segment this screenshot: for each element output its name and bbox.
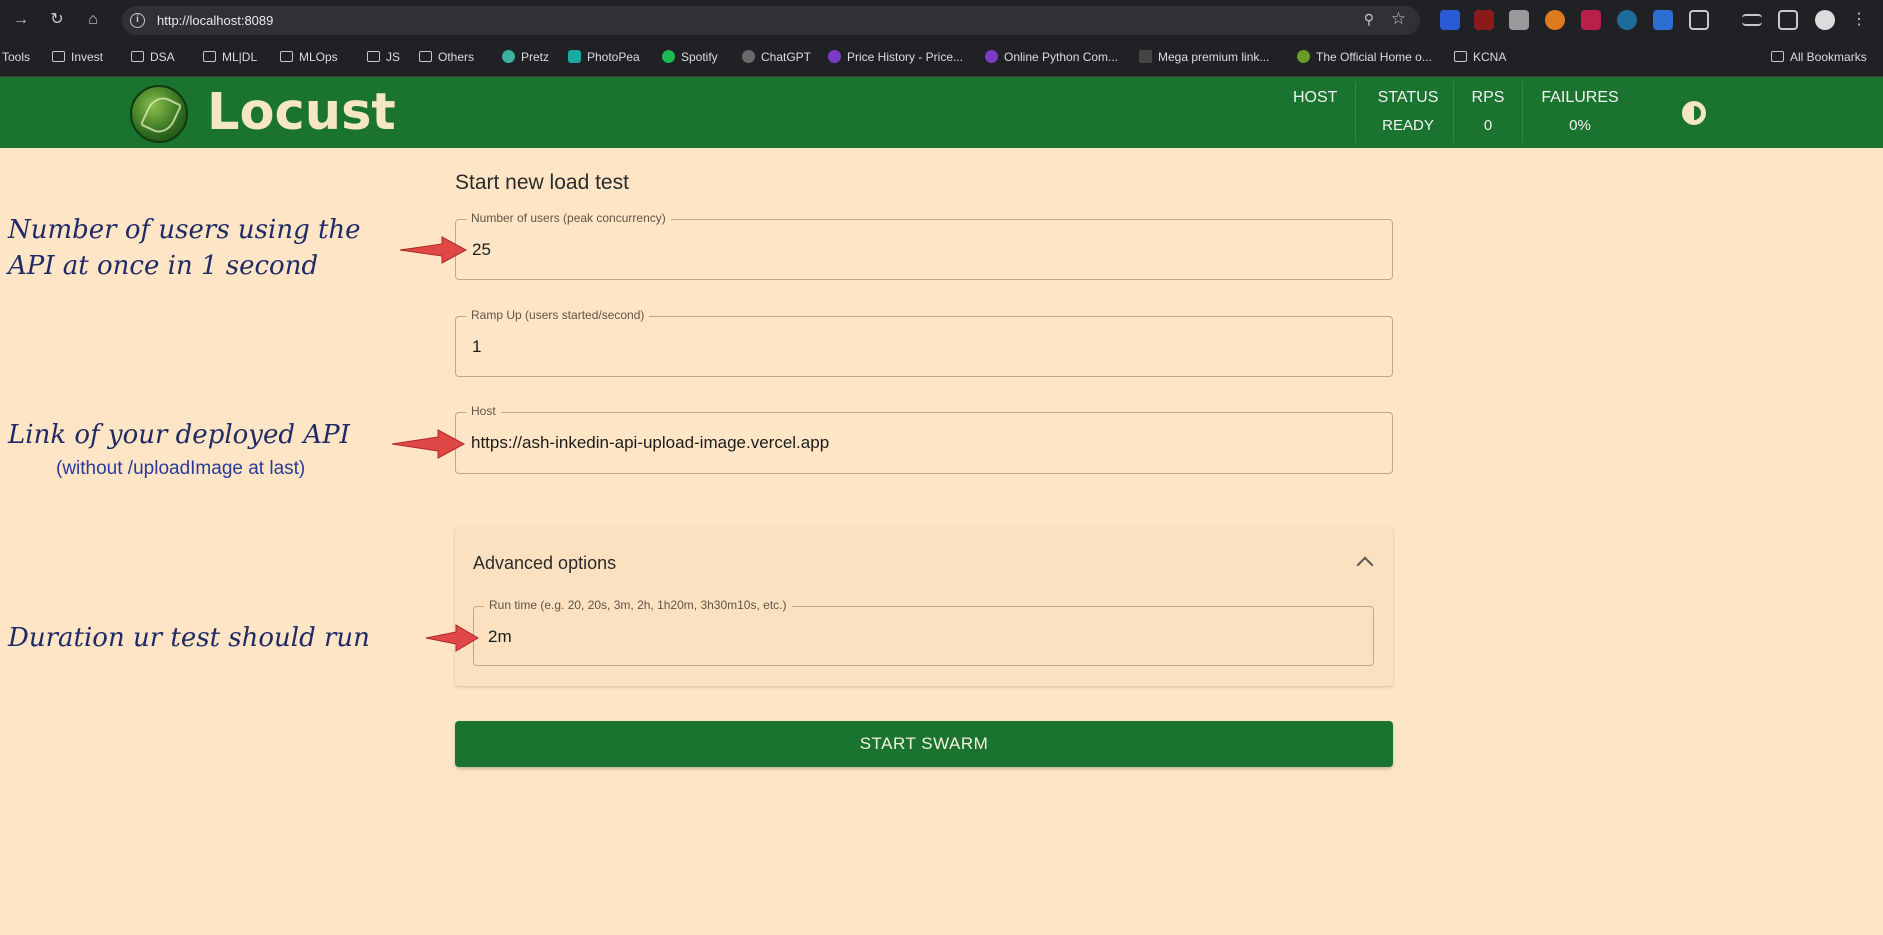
- users-input[interactable]: [472, 240, 1352, 260]
- site-info-icon[interactable]: i: [130, 13, 145, 28]
- annotation-host: Link of your deployed API: [8, 420, 350, 450]
- folder-icon: [1454, 51, 1467, 62]
- home-icon[interactable]: ⌂: [82, 9, 104, 31]
- side-panel-icon[interactable]: [1778, 10, 1798, 30]
- bookmark-item[interactable]: Online Python Com...: [985, 50, 1118, 64]
- profile-avatar[interactable]: [1815, 10, 1835, 30]
- annotation-run-time: Duration ur test should run: [8, 623, 370, 653]
- folder-icon: [1771, 51, 1784, 62]
- form-title: Start new load test: [455, 171, 629, 194]
- extension-icon[interactable]: [1653, 10, 1673, 30]
- python-icon: [985, 50, 998, 63]
- ublock-icon[interactable]: [1474, 10, 1494, 30]
- ramp-up-label: Ramp Up (users started/second): [466, 308, 650, 322]
- host-label: Host: [466, 404, 501, 418]
- browser-toolbar: → ↻ ⌂ i http://localhost:8089 ⚲ ☆ ⋮: [0, 0, 1883, 40]
- arrow-users-icon: [399, 236, 468, 264]
- photopea-icon: [568, 50, 581, 63]
- stat-status: STATUS READY: [1377, 89, 1439, 134]
- bookmark-item[interactable]: Pretz: [502, 50, 549, 64]
- ramp-up-input[interactable]: [472, 337, 1352, 357]
- bookmark-item[interactable]: Others: [419, 50, 474, 64]
- annotation-host-sub: (without /uploadImage at last): [56, 458, 306, 479]
- host-input[interactable]: [471, 433, 1351, 453]
- rocket-icon: [1139, 50, 1152, 63]
- folder-icon: [419, 51, 432, 62]
- stat-host: HOST: [1293, 89, 1338, 106]
- arrow-host-icon: [391, 429, 466, 459]
- bookmark-item[interactable]: PhotoPea: [568, 50, 640, 64]
- locust-logo: [130, 85, 188, 143]
- bookmark-item[interactable]: The Official Home o...: [1297, 50, 1432, 64]
- address-bar[interactable]: i http://localhost:8089 ⚲ ☆: [122, 6, 1420, 35]
- run-time-label: Run time (e.g. 20, 20s, 3m, 2h, 1h20m, 3…: [484, 598, 792, 612]
- extension-icon[interactable]: [1581, 10, 1601, 30]
- url-text[interactable]: http://localhost:8089: [157, 13, 273, 28]
- extension-icon[interactable]: [1440, 10, 1460, 30]
- bookmark-star-icon[interactable]: ☆: [1391, 9, 1406, 29]
- users-label: Number of users (peak concurrency): [466, 211, 671, 225]
- bookmark-item[interactable]: Spotify: [662, 50, 718, 64]
- advanced-options-toggle[interactable]: Advanced options: [473, 553, 616, 574]
- run-time-field[interactable]: Run time (e.g. 20, 20s, 3m, 2h, 1h20m, 3…: [473, 598, 1374, 666]
- bookmark-item[interactable]: Invest: [52, 50, 103, 64]
- annotation-users: Number of users using the API at once in…: [8, 215, 361, 281]
- price-history-icon: [828, 50, 841, 63]
- pretz-icon: [502, 50, 515, 63]
- folder-icon: [280, 51, 293, 62]
- extension-icon[interactable]: [1509, 10, 1529, 30]
- chevron-up-icon[interactable]: [1356, 556, 1374, 574]
- extension-icon[interactable]: [1545, 10, 1565, 30]
- bookmark-item[interactable]: ChatGPT: [742, 50, 811, 64]
- leaf-icon: [1297, 50, 1310, 63]
- stat-failures: FAILURES 0%: [1541, 89, 1619, 134]
- folder-icon: [367, 51, 380, 62]
- menu-icon[interactable]: ⋮: [1848, 9, 1870, 31]
- theme-toggle-icon[interactable]: [1682, 101, 1706, 125]
- run-time-input[interactable]: [488, 627, 1368, 647]
- bookmark-item[interactable]: KCNA: [1454, 50, 1506, 64]
- folder-icon: [203, 51, 216, 62]
- start-swarm-button[interactable]: START SWARM: [455, 721, 1393, 767]
- host-field[interactable]: Host: [455, 404, 1393, 474]
- bookmark-item[interactable]: Tools: [2, 50, 30, 64]
- forward-icon[interactable]: →: [10, 9, 32, 31]
- chatgpt-icon: [742, 50, 755, 63]
- advanced-options-panel: Advanced options Run time (e.g. 20, 20s,…: [455, 527, 1393, 686]
- users-field[interactable]: Number of users (peak concurrency): [455, 211, 1393, 280]
- bookmark-item[interactable]: Mega premium link...: [1139, 50, 1269, 64]
- bookmarks-bar: Tools Invest DSA ML|DL MLOps JS Others P…: [0, 40, 1883, 77]
- react-devtools-icon[interactable]: [1617, 10, 1637, 30]
- all-bookmarks[interactable]: All Bookmarks: [1771, 50, 1867, 64]
- bookmark-item[interactable]: ML|DL: [203, 50, 257, 64]
- stat-rps: RPS 0: [1471, 89, 1505, 134]
- bookmark-item[interactable]: MLOps: [280, 50, 338, 64]
- folder-icon: [131, 51, 144, 62]
- ramp-up-field[interactable]: Ramp Up (users started/second): [455, 308, 1393, 377]
- bookmark-item[interactable]: Price History - Price...: [828, 50, 963, 64]
- media-controls-icon[interactable]: [1742, 14, 1762, 26]
- extensions-puzzle-icon[interactable]: [1689, 10, 1709, 30]
- spotify-icon: [662, 50, 675, 63]
- folder-icon: [52, 51, 65, 62]
- arrow-run-time-icon: [425, 624, 479, 652]
- zoom-icon[interactable]: ⚲: [1364, 11, 1374, 28]
- brand-title: Locust: [207, 83, 396, 142]
- bookmark-item[interactable]: JS: [367, 50, 400, 64]
- app-header: Locust HOST STATUS READY RPS 0 FAILURES …: [0, 77, 1883, 148]
- reload-icon[interactable]: ↻: [46, 9, 68, 31]
- bookmark-item[interactable]: DSA: [131, 50, 175, 64]
